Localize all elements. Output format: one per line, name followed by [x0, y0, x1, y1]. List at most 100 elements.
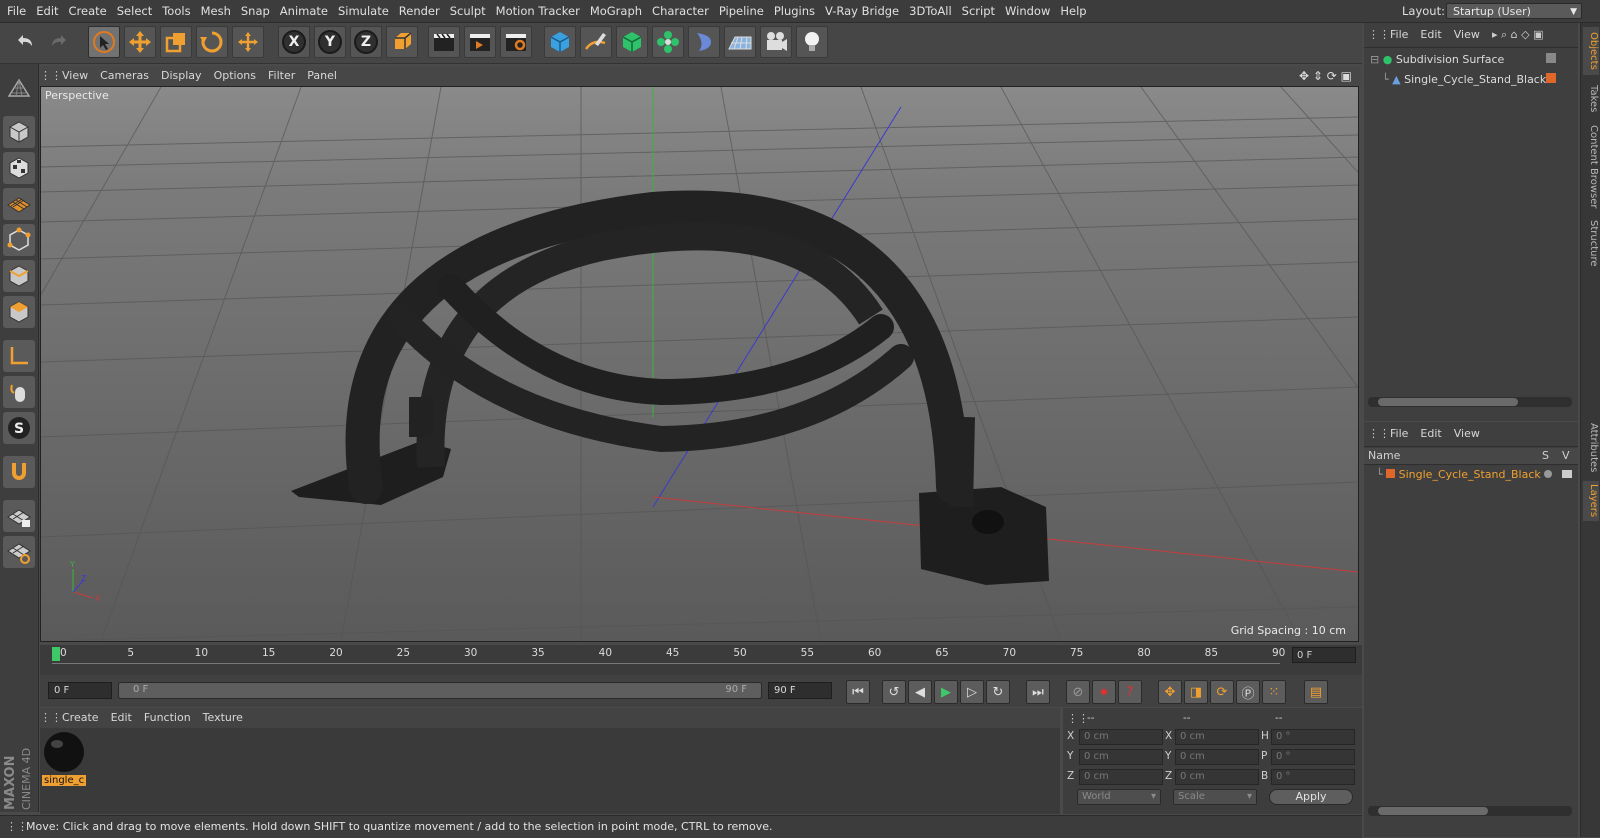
viewport-menu-cameras[interactable]: Cameras	[94, 66, 155, 86]
add-mograph-button[interactable]	[652, 26, 684, 58]
key-parameter-button[interactable]: Ⓟ	[1236, 680, 1260, 704]
layer-menu-file[interactable]: File	[1384, 422, 1414, 446]
layer-menu-edit[interactable]: Edit	[1414, 422, 1447, 446]
size-mode-dropdown[interactable]: Scale ▾	[1173, 789, 1257, 805]
autokey-button[interactable]: ⏺	[1092, 680, 1116, 704]
menu-render[interactable]: Render	[394, 0, 445, 22]
menu-motion-tracker[interactable]: Motion Tracker	[491, 0, 585, 22]
timeline-ruler[interactable]: 0 5 10 15 20 25 30 35 40 45 50 55 60 65 70 75 80 85 90 0 F	[40, 645, 1362, 675]
menu-animate[interactable]: Animate	[275, 0, 333, 22]
layer-row[interactable]: └ Single_Cycle_Stand_Black	[1376, 468, 1541, 481]
workplane-mode-button[interactable]	[3, 188, 35, 220]
render-picture-viewer-button[interactable]	[464, 26, 496, 58]
coordinate-space-dropdown[interactable]: World ▾	[1077, 789, 1161, 805]
menu-edit[interactable]: Edit	[31, 0, 63, 22]
key-pla-button[interactable]: ⁙	[1262, 680, 1286, 704]
pos-y-field[interactable]: 0 cm	[1079, 749, 1163, 765]
visible-toggle[interactable]	[1562, 470, 1572, 478]
y-axis-lock-button[interactable]: Y	[314, 26, 346, 58]
visibility-toggle[interactable]	[1546, 53, 1556, 63]
menu-script[interactable]: Script	[957, 0, 1000, 22]
material-menu-edit[interactable]: Edit	[105, 708, 138, 728]
model-mode-button[interactable]	[3, 116, 35, 148]
render-settings-button[interactable]	[500, 26, 532, 58]
menu-create[interactable]: Create	[64, 0, 112, 22]
menu-help[interactable]: Help	[1055, 0, 1091, 22]
menu-select[interactable]: Select	[112, 0, 157, 22]
material-menu-function[interactable]: Function	[138, 708, 197, 728]
timeline-cursor[interactable]	[52, 647, 60, 661]
rotate-tool-button[interactable]	[196, 26, 228, 58]
rot-b-field[interactable]: 0 °	[1271, 769, 1355, 785]
next-frame-button[interactable]: ▷	[960, 680, 984, 704]
transform-tool-button[interactable]	[232, 26, 264, 58]
tab-objects[interactable]: Objects	[1583, 27, 1599, 75]
object-scrollbar[interactable]	[1368, 397, 1572, 407]
scale-tool-button[interactable]	[160, 26, 192, 58]
menu-mesh[interactable]: Mesh	[196, 0, 236, 22]
viewport-menu-options[interactable]: Options	[208, 66, 262, 86]
move-tool-button[interactable]	[124, 26, 156, 58]
add-spline-button[interactable]	[580, 26, 612, 58]
menu-simulate[interactable]: Simulate	[333, 0, 394, 22]
viewport-camera-label[interactable]: Perspective	[45, 89, 109, 102]
tweak-mode-button[interactable]	[3, 376, 35, 408]
solo-mode-button[interactable]: S	[3, 412, 35, 444]
size-z-field[interactable]: 0 cm	[1175, 769, 1259, 785]
start-frame-field[interactable]: 0 F	[48, 682, 112, 699]
rot-p-field[interactable]: 0 °	[1271, 749, 1355, 765]
layer-menu-view[interactable]: View	[1448, 422, 1486, 446]
layer-color-swatch[interactable]	[1546, 73, 1556, 83]
layout-select[interactable]: Startup (User) ▼	[1446, 3, 1582, 19]
obj-toolbar-icons[interactable]: ▸ ⌕ ⌂ ◇ ▣	[1492, 23, 1544, 47]
pos-x-field[interactable]: 0 cm	[1079, 729, 1163, 745]
material-menu-texture[interactable]: Texture	[197, 708, 249, 728]
add-cube-button[interactable]	[544, 26, 576, 58]
menu-pipeline[interactable]: Pipeline	[714, 0, 769, 22]
make-editable-button[interactable]	[3, 74, 35, 106]
undo-button[interactable]	[8, 26, 40, 58]
menu-file[interactable]: File	[2, 0, 31, 22]
menu-snap[interactable]: Snap	[236, 0, 275, 22]
points-mode-button[interactable]	[3, 224, 35, 256]
planar-workplane-button[interactable]	[3, 536, 35, 568]
material-thumbnail[interactable]: single_c	[42, 730, 86, 790]
menu-plugins[interactable]: Plugins	[769, 0, 820, 22]
viewport-menu-panel[interactable]: Panel	[301, 66, 343, 86]
menu-character[interactable]: Character	[647, 0, 714, 22]
preview-range-slider[interactable]: 0 F 90 F	[118, 682, 762, 699]
end-frame-field[interactable]: 90 F	[768, 682, 832, 699]
menu-3dtoall[interactable]: 3DToAll	[904, 0, 957, 22]
viewport-menu-view[interactable]: View	[56, 66, 94, 86]
texture-mode-button[interactable]	[3, 152, 35, 184]
viewport-menu-display[interactable]: Display	[155, 66, 208, 86]
material-menu-create[interactable]: Create	[56, 708, 105, 728]
rot-h-field[interactable]: 0 °	[1271, 729, 1355, 745]
tab-layers[interactable]: Layers	[1583, 481, 1599, 521]
record-keys-button[interactable]: ⊘	[1066, 680, 1090, 704]
obj-menu-edit[interactable]: Edit	[1414, 23, 1447, 47]
pos-z-field[interactable]: 0 cm	[1079, 769, 1163, 785]
tab-attributes[interactable]: Attributes	[1583, 419, 1599, 477]
key-rotation-button[interactable]: ⟳	[1210, 680, 1234, 704]
previous-key-button[interactable]: ↺	[882, 680, 906, 704]
menu-window[interactable]: Window	[1000, 0, 1055, 22]
menu-sculpt[interactable]: Sculpt	[445, 0, 491, 22]
add-nurbs-button[interactable]	[616, 26, 648, 58]
solo-toggle[interactable]	[1544, 470, 1552, 478]
coordinate-system-button[interactable]	[386, 26, 418, 58]
live-selection-button[interactable]	[88, 26, 120, 58]
viewport-nav-icons[interactable]: ✥ ⇕ ⟳ ▣	[1299, 66, 1352, 86]
obj-menu-view[interactable]: View	[1448, 23, 1486, 47]
object-row-subdivision[interactable]: ⊟ ● Subdivision Surface	[1370, 53, 1504, 66]
object-row-stand[interactable]: └ ▲ Single_Cycle_Stand_Black	[1382, 73, 1546, 86]
key-position-button[interactable]: ✥	[1158, 680, 1182, 704]
tab-structure[interactable]: Structure	[1583, 217, 1599, 269]
play-button[interactable]: ▶	[934, 680, 958, 704]
timeline-window-button[interactable]: ▤	[1304, 680, 1328, 704]
tab-takes[interactable]: Takes	[1583, 81, 1599, 117]
axis-mode-button[interactable]	[3, 340, 35, 372]
perspective-viewport[interactable]: Y X Z Perspective Grid Spacing : 10 cm	[40, 86, 1359, 642]
menu-vray-bridge[interactable]: V-Ray Bridge	[820, 0, 904, 22]
size-x-field[interactable]: 0 cm	[1175, 729, 1259, 745]
